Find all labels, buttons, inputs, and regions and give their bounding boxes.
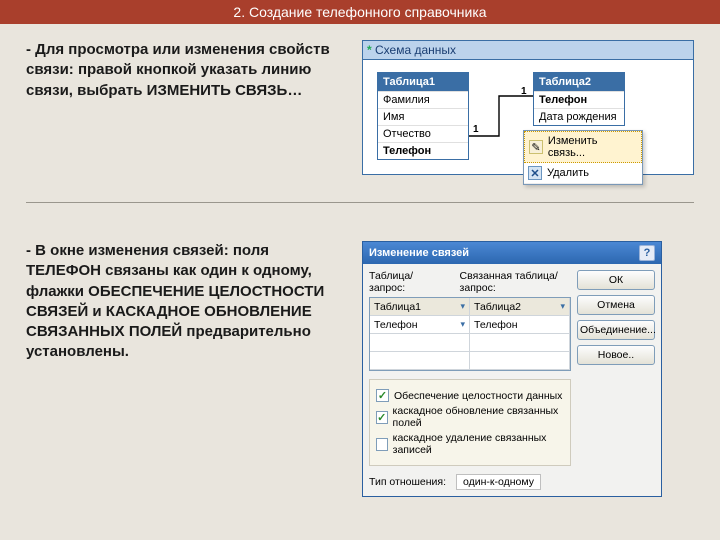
relation-type-label: Тип отношения: [369,476,446,488]
context-menu-delete-label: Удалить [547,167,589,179]
dialog-body: Таблица/запрос: Связанная таблица/запрос… [363,264,661,496]
checkbox-label: каскадное удаление связанных записей [393,432,564,456]
explanation-1: - Для просмотра или изменения свойств св… [26,40,346,180]
table-right-select[interactable]: Таблица2▾ [470,298,570,315]
label-table-left: Таблица/запрос: [369,270,436,294]
table1-box[interactable]: Таблица1 Фамилия Имя Отчество Телефон [377,72,469,160]
schema-caption: Схема данных [375,43,456,57]
explanation-2: - В окне изменения связей: поля ТЕЛЕФОН … [26,241,346,497]
mapping-grid: Таблица1▾ Таблица2▾ Телефон▾ Телефон [369,297,571,371]
schema-icon: * [367,43,372,57]
table-row [370,352,570,370]
new-button[interactable]: Новое.. [577,345,655,365]
field-left-select[interactable]: Телефон▾ [370,316,470,333]
context-menu-edit-label: Изменить связь... [548,135,637,159]
chevron-down-icon: ▾ [460,301,465,312]
empty-cell[interactable] [470,334,570,351]
relation-type-value: один-к-одному [456,474,541,490]
checkbox-integrity[interactable]: ✓ [376,389,389,402]
dialog-buttons: ОК Отмена Объединение... Новое.. [577,270,655,490]
table-row [370,334,570,352]
empty-cell[interactable] [370,334,470,351]
checkbox-row[interactable]: каскадное удаление связанных записей [376,432,564,456]
context-menu-delete[interactable]: ✕ Удалить [524,163,642,184]
relation-type-row: Тип отношения: один-к-одному [369,474,571,490]
table1-field[interactable]: Фамилия [378,91,468,108]
checkbox-row[interactable]: ✓ каскадное обновление связанных полей [376,405,564,429]
help-icon[interactable]: ? [639,245,655,261]
edit-icon: ✎ [529,140,543,154]
label-table-right: Связанная таблица/запрос: [460,270,571,294]
checkbox-group: ✓ Обеспечение целостности данных ✓ каска… [369,379,571,466]
checkbox-cascade-delete[interactable] [376,438,388,451]
bottom-section: - В окне изменения связей: поля ТЕЛЕФОН … [0,213,720,497]
table-row: Телефон▾ Телефон [370,316,570,334]
dialog-left: Таблица/запрос: Связанная таблица/запрос… [369,270,571,490]
checkbox-cascade-update[interactable]: ✓ [376,411,388,424]
context-menu-edit[interactable]: ✎ Изменить связь... [524,131,642,163]
table-left-select[interactable]: Таблица1▾ [370,298,470,315]
schema-window: * Схема данных Таблица1 Фамилия Имя Отче… [362,40,694,175]
edit-relations-dialog: Изменение связей ? Таблица/запрос: Связа… [362,241,662,497]
table1-caption: Таблица1 [378,73,468,91]
page-title: 2. Создание телефонного справочника [0,0,720,24]
column-labels: Таблица/запрос: Связанная таблица/запрос… [369,270,571,294]
separator [26,202,694,203]
schema-body: Таблица1 Фамилия Имя Отчество Телефон Та… [363,60,693,173]
context-menu: ✎ Изменить связь... ✕ Удалить [523,130,643,185]
join-button[interactable]: Объединение... [577,320,655,340]
chevron-down-icon: ▾ [560,301,565,312]
top-section: - Для просмотра или изменения свойств св… [0,24,720,180]
cardinality-1: 1 [521,86,527,97]
table1-field[interactable]: Телефон [378,142,468,159]
cardinality-1: 1 [473,124,479,135]
table2-caption: Таблица2 [534,73,624,91]
chevron-down-icon: ▾ [460,319,465,330]
dialog-title-text: Изменение связей [369,247,469,259]
table2-field[interactable]: Телефон [534,91,624,108]
checkbox-label: Обеспечение целостности данных [394,390,562,402]
delete-icon: ✕ [528,166,542,180]
checkbox-row[interactable]: ✓ Обеспечение целостности данных [376,389,564,402]
schema-titlebar: * Схема данных [363,41,693,60]
cancel-button[interactable]: Отмена [577,295,655,315]
table1-field[interactable]: Отчество [378,125,468,142]
edit-relations-figure: Изменение связей ? Таблица/запрос: Связа… [362,241,694,497]
ok-button[interactable]: ОК [577,270,655,290]
empty-cell[interactable] [470,352,570,369]
table-row: Таблица1▾ Таблица2▾ [370,298,570,316]
table1-field[interactable]: Имя [378,108,468,125]
table2-field[interactable]: Дата рождения [534,108,624,125]
empty-cell[interactable] [370,352,470,369]
checkbox-label: каскадное обновление связанных полей [393,405,564,429]
field-right-select[interactable]: Телефон [470,316,570,333]
table2-box[interactable]: Таблица2 Телефон Дата рождения [533,72,625,126]
dialog-titlebar: Изменение связей ? [363,242,661,264]
schema-figure: * Схема данных Таблица1 Фамилия Имя Отче… [362,40,694,180]
